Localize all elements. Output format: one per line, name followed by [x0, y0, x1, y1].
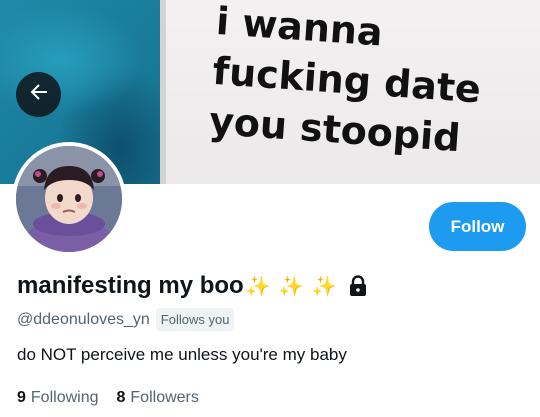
follow-button[interactable]: Follow [429, 202, 526, 251]
user-handle: @ddeonuloves_yn [17, 310, 150, 328]
avatar[interactable] [12, 142, 126, 256]
following-count: 9 [17, 389, 26, 406]
follows-you-badge: Follows you [155, 308, 235, 331]
arrow-left-icon [27, 80, 51, 109]
profile-bio: do NOT perceive me unless you're my baby [17, 345, 347, 364]
display-name-row: manifesting my boo ✨ ✨ ✨ [17, 272, 368, 300]
follow-stats: 9 Following 8 Followers [17, 389, 217, 407]
following-link[interactable]: 9 Following [17, 389, 99, 407]
display-name: manifesting my boo [17, 272, 244, 299]
lock-icon [348, 275, 368, 297]
sparkle-emoji: ✨ [278, 275, 304, 298]
sparkle-emoji: ✨ [311, 275, 337, 298]
followers-count: 8 [116, 389, 126, 406]
handle-row: @ddeonuloves_yn Follows you [17, 308, 235, 331]
back-button[interactable] [16, 72, 61, 117]
followers-link[interactable]: 8 Followers [117, 389, 199, 407]
followers-label: Followers [130, 389, 199, 406]
avatar-illustration [16, 146, 122, 252]
banner-text: i wanna fucking date you stoopid [208, 0, 528, 167]
sparkle-emoji: ✨ [245, 275, 271, 298]
following-label: Following [30, 389, 99, 406]
